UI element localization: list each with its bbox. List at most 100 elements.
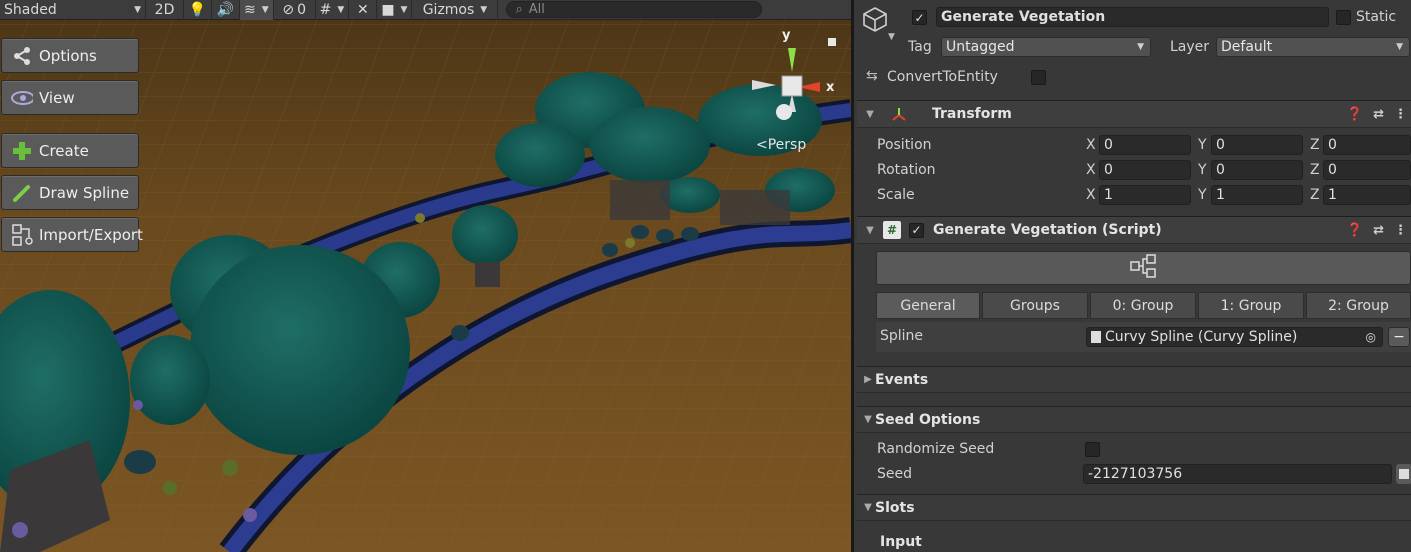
rotation-y-value: 0	[1216, 162, 1225, 178]
scene-view[interactable]: Shaded ▼ 2D 💡 🔊 ≋ ▼ ⊘ 0 # ▼ ✕ ■ ▼ Gizmos…	[0, 0, 851, 552]
import-export-button[interactable]: Import/Export	[1, 217, 143, 252]
node-graph-icon	[1129, 253, 1159, 283]
view-button[interactable]: View	[1, 80, 139, 115]
spline-object-field[interactable]: Curvy Spline (Curvy Spline) ◎	[1086, 327, 1383, 347]
position-y-field[interactable]: 0	[1211, 135, 1303, 155]
audio-toggle[interactable]: 🔊	[212, 0, 240, 20]
randomize-dice-button[interactable]	[1396, 464, 1411, 484]
convert-to-entity-checkbox[interactable]	[1031, 70, 1046, 85]
more-icon[interactable]: ⋮	[1394, 107, 1407, 122]
tag-dropdown[interactable]: Untagged ▼	[941, 37, 1151, 57]
hidden-objects-toggle[interactable]: ⊘ 0	[274, 0, 316, 20]
draw-spline-label: Draw Spline	[39, 183, 130, 202]
rotation-x-field[interactable]: 0	[1099, 160, 1191, 180]
tab-group-1[interactable]: 1: Group	[1198, 292, 1304, 319]
tools-icon: ✕	[356, 1, 369, 18]
object-name: Generate Vegetation	[941, 9, 1106, 25]
remove-spline-button[interactable]: −	[1388, 327, 1410, 347]
draw-spline-button[interactable]: Draw Spline	[1, 175, 139, 210]
effects-dropdown[interactable]: ≋ ▼	[240, 0, 274, 20]
scale-z-value: 1	[1328, 187, 1337, 203]
rotation-z-field[interactable]: 0	[1323, 160, 1411, 180]
scale-x-field[interactable]: 1	[1099, 185, 1191, 205]
gizmo-x-label: x	[826, 80, 835, 95]
active-checkbox[interactable]: ✓	[912, 10, 927, 25]
scale-z-label[interactable]: Z	[1310, 187, 1320, 203]
toggle-2d-button[interactable]: 2D	[146, 0, 184, 20]
minus-icon: −	[1393, 329, 1405, 345]
options-label: Options	[39, 46, 97, 65]
tab-group-0[interactable]: 0: Group	[1090, 292, 1196, 319]
view-label: View	[39, 88, 75, 107]
plus-icon	[11, 140, 33, 162]
position-x-field[interactable]: 0	[1099, 135, 1191, 155]
script-icon: #	[883, 221, 901, 239]
camera-dropdown[interactable]: ■ ▼	[377, 0, 413, 20]
grid-dropdown[interactable]: # ▼	[316, 0, 350, 20]
seed-options-header[interactable]: ▼ Seed Options	[857, 406, 1411, 433]
rotation-z-label[interactable]: Z	[1310, 162, 1320, 178]
chevron-down-icon: ▼	[261, 4, 269, 15]
gameobject-icon	[862, 6, 888, 36]
tab-group-2[interactable]: 2: Group	[1306, 292, 1411, 319]
create-button[interactable]: Create	[1, 133, 139, 168]
chevron-down-icon: ▼	[866, 224, 874, 236]
orientation-gizmo[interactable]: y x	[750, 28, 840, 132]
rotation-label: Rotation	[877, 162, 936, 178]
help-icon[interactable]: ❓	[1347, 223, 1363, 238]
preset-icon[interactable]: ⇄	[1373, 107, 1384, 122]
position-x-value: 0	[1104, 137, 1113, 153]
seed-field[interactable]: -2127103756	[1083, 464, 1392, 484]
layer-dropdown[interactable]: Default ▼	[1216, 37, 1410, 57]
static-checkbox[interactable]	[1336, 10, 1351, 25]
rotation-y-field[interactable]: 0	[1211, 160, 1303, 180]
help-icon[interactable]: ❓	[1347, 107, 1363, 122]
slots-section-header[interactable]: ▼ Slots	[857, 494, 1411, 521]
randomize-seed-checkbox[interactable]	[1085, 442, 1100, 457]
graph-button[interactable]	[876, 251, 1411, 285]
tab-groups[interactable]: Groups	[982, 292, 1088, 319]
object-name-field[interactable]: Generate Vegetation	[936, 7, 1329, 27]
search-placeholder: All	[528, 2, 545, 17]
script-component-header[interactable]: ▼ # ✓ Generate Vegetation (Script) ❓ ⇄ ⋮	[857, 216, 1411, 244]
rotation-x-label[interactable]: X	[1086, 162, 1096, 178]
projection-toggle[interactable]: <Persp	[756, 137, 806, 153]
chevron-right-icon: ▶	[864, 374, 872, 385]
gizmos-dropdown[interactable]: Gizmos ▼	[412, 0, 499, 20]
rotation-y-label[interactable]: Y	[1198, 162, 1207, 178]
scale-z-field[interactable]: 1	[1323, 185, 1411, 205]
hidden-count: 0	[297, 1, 306, 18]
chevron-left-icon: <	[756, 137, 768, 153]
search-icon: ⌕	[515, 2, 523, 17]
scene-search-input[interactable]: ⌕ All	[506, 1, 763, 18]
events-section-header[interactable]: ▶ Events	[857, 366, 1411, 393]
camera-icon: ■	[381, 1, 395, 18]
gizmo-y-label: y	[782, 28, 791, 43]
position-x-label[interactable]: X	[1086, 137, 1096, 153]
position-z-field[interactable]: 0	[1323, 135, 1411, 155]
tab-groups-label: Groups	[1010, 297, 1060, 314]
spline-asset-icon	[1091, 331, 1101, 343]
script-enabled-checkbox[interactable]: ✓	[909, 222, 924, 238]
position-y-label[interactable]: Y	[1198, 137, 1207, 153]
shading-mode-dropdown[interactable]: Shaded ▼	[0, 0, 146, 20]
scale-x-label[interactable]: X	[1086, 187, 1096, 203]
more-icon[interactable]: ⋮	[1394, 223, 1407, 238]
tag-value: Untagged	[946, 39, 1015, 55]
pencil-icon	[11, 182, 33, 204]
position-y-value: 0	[1216, 137, 1225, 153]
lighting-toggle[interactable]: 💡	[184, 0, 212, 20]
position-z-label[interactable]: Z	[1310, 137, 1320, 153]
scale-y-label[interactable]: Y	[1198, 187, 1207, 203]
gizmos-label: Gizmos	[422, 1, 475, 18]
scene-toolbar: Shaded ▼ 2D 💡 🔊 ≋ ▼ ⊘ 0 # ▼ ✕ ■ ▼ Gizmos…	[0, 0, 851, 20]
dice-icon	[1399, 469, 1409, 479]
preset-icon[interactable]: ⇄	[1373, 223, 1384, 238]
scale-y-field[interactable]: 1	[1211, 185, 1303, 205]
object-picker-icon[interactable]: ◎	[1366, 330, 1376, 344]
chevron-down-icon: ▼	[864, 414, 872, 425]
options-button[interactable]: Options	[1, 38, 139, 73]
tools-button[interactable]: ✕	[349, 0, 378, 20]
transform-header[interactable]: ▼ Transform ❓ ⇄ ⋮	[857, 100, 1411, 128]
tab-general[interactable]: General	[876, 292, 980, 319]
